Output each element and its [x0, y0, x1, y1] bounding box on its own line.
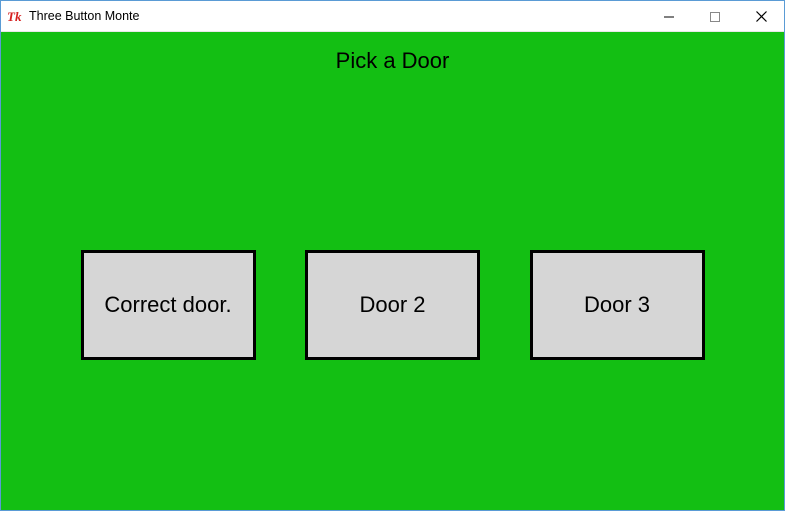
- close-button[interactable]: [738, 1, 784, 32]
- window-title: Three Button Monte: [29, 9, 139, 23]
- svg-text:Tk: Tk: [7, 9, 22, 24]
- minimize-button[interactable]: [646, 1, 692, 32]
- window-controls: [646, 1, 784, 32]
- app-window: Tk Three Button Monte P: [0, 0, 785, 511]
- door-2-button[interactable]: Door 2: [305, 250, 480, 360]
- prompt-label: Pick a Door: [1, 48, 784, 74]
- titlebar: Tk Three Button Monte: [1, 1, 784, 32]
- door-1-button[interactable]: Correct door.: [81, 250, 256, 360]
- tk-icon: Tk: [7, 8, 23, 24]
- door-row: Correct door. Door 2 Door 3: [1, 250, 784, 360]
- door-3-button[interactable]: Door 3: [530, 250, 705, 360]
- client-area: Pick a Door Correct door. Door 2 Door 3: [1, 32, 784, 510]
- maximize-button[interactable]: [692, 1, 738, 32]
